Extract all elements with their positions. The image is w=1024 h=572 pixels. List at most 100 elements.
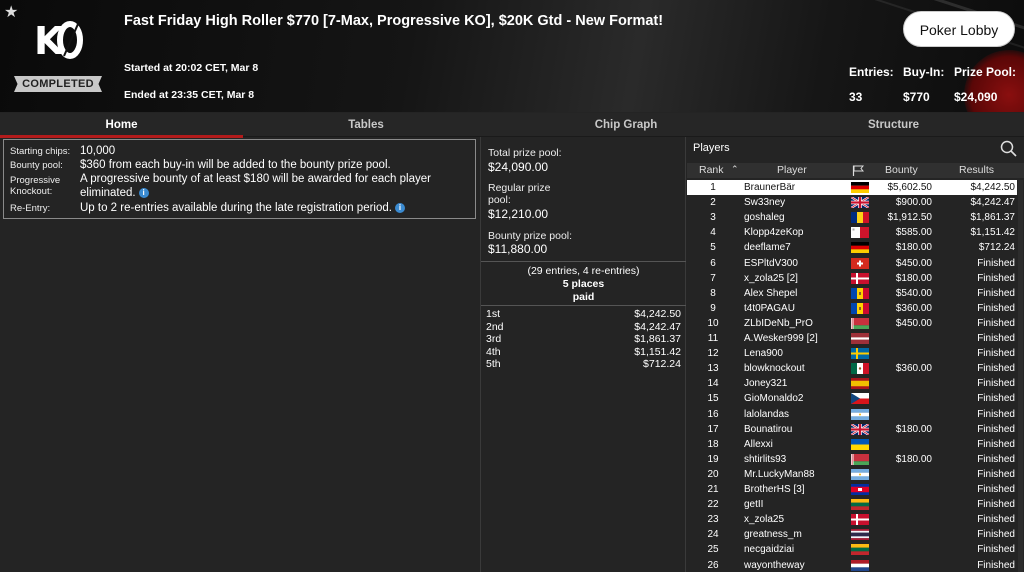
- player-result: Finished: [977, 257, 1015, 269]
- player-row[interactable]: 6 ESPltdV300 $450.00 Finished: [687, 256, 1017, 271]
- results-column-header[interactable]: Results: [959, 164, 994, 176]
- reentry-value-cont: Up to 2 re-entries available during the …: [80, 202, 405, 215]
- player-name: Alex Shepel: [744, 287, 798, 299]
- player-row[interactable]: 4 Klopp4zeKop $585.00 $1,151.42: [687, 225, 1017, 240]
- player-name: BraunerBär: [744, 182, 796, 193]
- flag-icon[interactable]: [852, 165, 864, 176]
- player-row[interactable]: 15 GioMonaldo2 Finished: [687, 391, 1017, 406]
- player-name: goshaleg: [744, 212, 785, 224]
- bounty-prize-value: $11,880.00: [488, 242, 548, 256]
- player-name: Mr.LuckyMan88: [744, 468, 815, 480]
- star-icon[interactable]: ★: [4, 2, 18, 22]
- player-row[interactable]: 1 BraunerBär $5,602.50 $4,242.50: [687, 180, 1017, 195]
- player-name: deeflame7: [744, 242, 791, 254]
- player-row[interactable]: 19 shtirlits93 $180.00 Finished: [687, 452, 1017, 467]
- player-name: Lena900: [744, 348, 783, 360]
- rank-column-header[interactable]: Rank: [699, 164, 724, 176]
- player-rank: 11: [707, 333, 719, 344]
- player-name: blowknockout: [744, 363, 805, 375]
- player-rank: 24: [707, 529, 719, 541]
- player-rank: 9: [710, 302, 716, 314]
- player-bounty: $180.00: [895, 453, 932, 465]
- player-row[interactable]: 16 lalolandas Finished: [687, 407, 1017, 422]
- player-name: shtirlits93: [744, 453, 787, 465]
- player-row[interactable]: 14 Joney321 Finished: [687, 376, 1017, 391]
- country-flag-icon: [851, 544, 869, 556]
- bounty-prize-label: Bounty prize pool:: [488, 230, 573, 242]
- tab-home[interactable]: Home: [0, 113, 243, 138]
- country-flag-icon: [851, 287, 870, 299]
- progressive-value-2: eliminated.: [80, 187, 136, 199]
- player-row[interactable]: 25 necgaidziai Finished: [687, 542, 1017, 557]
- player-result: $1,151.42: [970, 227, 1016, 239]
- entries-label: Entries:: [849, 65, 894, 79]
- player-rank: 10: [707, 317, 719, 329]
- player-rank: 1: [710, 182, 716, 193]
- player-row[interactable]: 3 goshaleg $1,912.50 $1,861.37: [687, 210, 1017, 225]
- player-rank: 7: [710, 272, 716, 284]
- player-name: t4t0PAGAU: [744, 302, 795, 314]
- player-row[interactable]: 10 ZLbIDeNb_PrO $450.00 Finished: [687, 316, 1017, 331]
- player-row[interactable]: 18 Allexxi Finished: [687, 437, 1017, 452]
- player-result: Finished: [977, 559, 1015, 571]
- player-row[interactable]: 5 deeflame7 $180.00 $712.24: [687, 240, 1017, 255]
- player-row[interactable]: 9 t4t0PAGAU $360.00 Finished: [687, 301, 1017, 316]
- player-row[interactable]: 12 Lena900 Finished: [687, 346, 1017, 361]
- info-icon[interactable]: i: [394, 202, 405, 213]
- player-rank: 22: [707, 499, 719, 511]
- tab-structure[interactable]: Structure: [763, 113, 1024, 137]
- player-row[interactable]: 23 x_zola25 Finished: [687, 512, 1017, 527]
- player-name: x_zola25: [744, 514, 785, 526]
- buyin-value: $770: [903, 90, 930, 104]
- player-result: Finished: [977, 287, 1015, 299]
- divider: [481, 261, 686, 262]
- player-result: Finished: [977, 408, 1015, 420]
- player-row[interactable]: 2 Sw33ney $900.00 $4,242.47: [687, 195, 1017, 210]
- player-bounty: $360.00: [895, 363, 932, 375]
- player-row[interactable]: 26 wayontheway Finished: [687, 558, 1017, 572]
- progressive-value-cont: eliminated. i: [80, 187, 149, 200]
- player-result: Finished: [977, 393, 1015, 405]
- status-badge: COMPLETED: [14, 76, 102, 92]
- player-row[interactable]: 11 A.Wesker999 [2] Finished: [687, 331, 1017, 346]
- player-column-header[interactable]: Player: [777, 164, 807, 176]
- player-result: Finished: [977, 484, 1015, 495]
- player-bounty: $5,602.50: [887, 182, 933, 193]
- info-icon[interactable]: i: [138, 187, 149, 198]
- sort-ascending-icon[interactable]: ⌃: [731, 164, 739, 175]
- player-row[interactable]: 8 Alex Shepel $540.00 Finished: [687, 286, 1017, 301]
- poker-lobby-button[interactable]: Poker Lobby: [903, 11, 1015, 47]
- player-bounty: $180.00: [895, 242, 932, 254]
- country-flag-icon: [851, 499, 869, 511]
- bounty-pool-value: $360 from each buy-in will be added to t…: [80, 159, 391, 171]
- player-row[interactable]: 22 getII Finished: [687, 497, 1017, 512]
- tab-chip-graph[interactable]: Chip Graph: [489, 113, 763, 137]
- player-row[interactable]: 21 BrotherHS [3] Finished: [687, 482, 1017, 497]
- total-prize-label: Total prize pool:: [488, 147, 562, 159]
- regular-prize-label-1: Regular prize: [488, 182, 551, 194]
- bounty-pool-label: Bounty pool:: [10, 160, 63, 171]
- country-flag-icon: [851, 393, 869, 405]
- tournament-header: ★ K COMPLETED Fast Friday High Roller $7…: [0, 0, 1024, 112]
- player-row[interactable]: 20 Mr.LuckyMan88 Finished: [687, 467, 1017, 482]
- country-flag-icon: [851, 559, 869, 571]
- country-flag-icon: [851, 242, 869, 254]
- end-time: Ended at 23:35 CET, Mar 8: [124, 89, 255, 101]
- player-row[interactable]: 17 Bounatirou $180.00 Finished: [687, 422, 1017, 437]
- country-flag-icon: [851, 227, 870, 239]
- player-result: Finished: [977, 438, 1015, 450]
- bounty-column-header[interactable]: Bounty: [885, 164, 918, 176]
- scrollbar[interactable]: [1018, 180, 1023, 572]
- players-panel: Players Rank ⌃ Player Bounty Results 1 Br…: [687, 137, 1024, 572]
- player-row[interactable]: 7 x_zola25 [2] $180.00 Finished: [687, 271, 1017, 286]
- country-flag-icon: [851, 302, 870, 314]
- player-row[interactable]: 13 blowknockout $360.00 Finished: [687, 361, 1017, 376]
- player-name: Bounatirou: [744, 423, 793, 435]
- player-name: Klopp4zeKop: [744, 227, 804, 239]
- divider: [481, 305, 686, 306]
- player-row[interactable]: 24 greatness_m Finished: [687, 527, 1017, 542]
- payout-place: 5th: [486, 358, 501, 370]
- player-rank: 23: [707, 514, 719, 526]
- search-icon[interactable]: [1000, 140, 1017, 157]
- tab-tables[interactable]: Tables: [243, 113, 489, 137]
